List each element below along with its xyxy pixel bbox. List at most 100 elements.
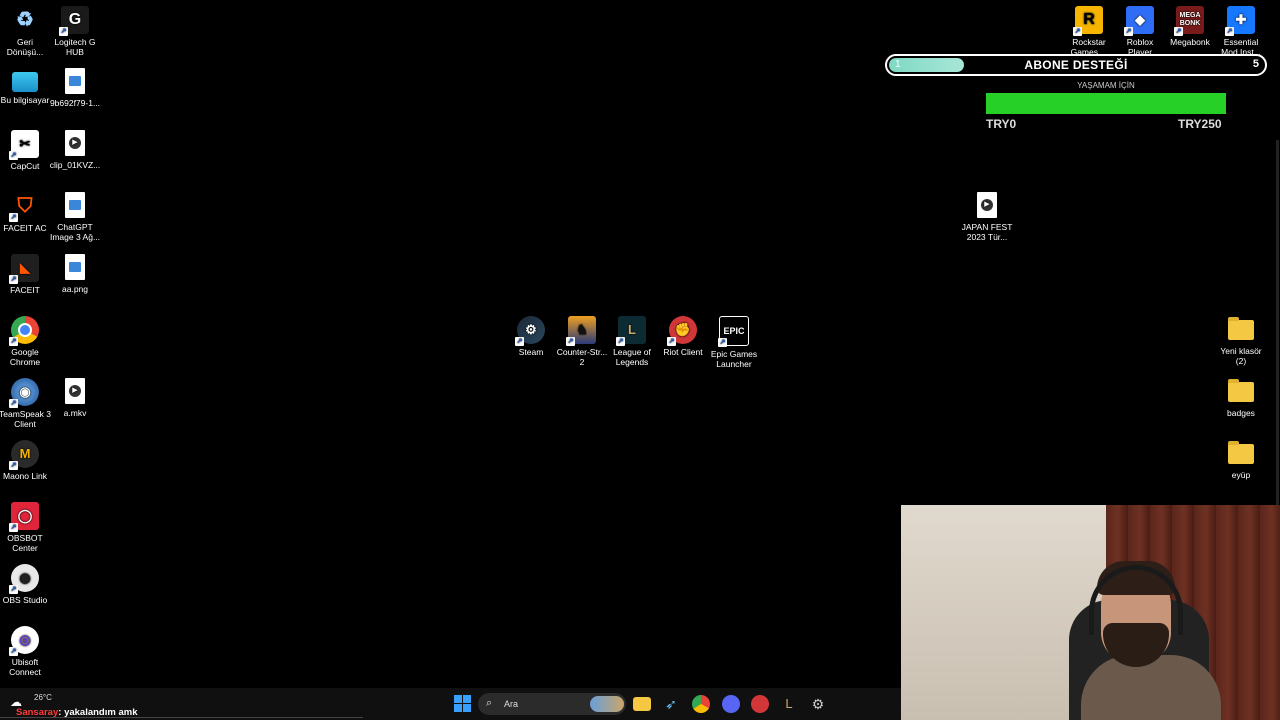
icon-label: eyüp bbox=[1231, 470, 1251, 480]
icon-label: Yeni klasör (2) bbox=[1220, 346, 1262, 366]
desktop-icon-riot[interactable]: ✊ Riot Client bbox=[657, 316, 709, 357]
icon-label: CapCut bbox=[10, 161, 40, 171]
desktop-icon-aa-png[interactable]: aa.png bbox=[49, 254, 101, 294]
desktop-icon-capcut[interactable]: ✂ CapCut bbox=[0, 130, 51, 171]
desktop-icon-recycle-bin[interactable]: ♻ Geri Dönüşü... bbox=[0, 6, 51, 57]
video-file-icon: ▶ bbox=[65, 378, 85, 404]
icon-label: Epic Games Launcher bbox=[710, 349, 758, 369]
icon-label: Bu bilgisayar bbox=[0, 95, 50, 105]
icon-label: 9b692f79-1... bbox=[49, 98, 101, 108]
donation-goal-min: TRY0 bbox=[986, 117, 1017, 131]
teamspeak-icon: ◉ bbox=[9, 378, 39, 408]
donation-goal-track bbox=[986, 93, 1226, 114]
desktop-folder-badges[interactable]: badges bbox=[1215, 378, 1267, 418]
goal-title: ABONE DESTEĞİ bbox=[1024, 58, 1128, 72]
icon-label: Google Chrome bbox=[9, 347, 41, 367]
chrome-taskbar-icon[interactable] bbox=[692, 695, 710, 713]
faceit-ac-icon: ⛉ bbox=[9, 192, 39, 222]
windows-start-icon[interactable] bbox=[454, 695, 471, 712]
donation-goal-max: TRY250 bbox=[1178, 117, 1222, 131]
desktop-folder-eyup[interactable]: eyüp bbox=[1215, 440, 1267, 480]
file-explorer-icon[interactable] bbox=[633, 697, 651, 711]
icon-label: Riot Client bbox=[663, 347, 703, 357]
icon-label: clip_01KVZ... bbox=[49, 160, 101, 170]
image-file-icon bbox=[65, 192, 85, 218]
icon-label: FACEIT AC bbox=[3, 223, 47, 233]
league-icon: L bbox=[616, 316, 646, 346]
folder-icon bbox=[1228, 441, 1254, 464]
epic-icon: EPIC bbox=[718, 316, 749, 347]
obs-icon: ◍ bbox=[9, 564, 39, 594]
image-file-icon bbox=[65, 254, 85, 280]
icon-label: Logitech G HUB bbox=[54, 37, 96, 57]
desktop-icon-rockstar[interactable]: R Rockstar Games ... bbox=[1063, 6, 1115, 57]
riot-taskbar-icon[interactable] bbox=[751, 695, 769, 713]
desktop-icon-japan-fest[interactable]: ▶ JAPAN FEST 2023 Tür... bbox=[958, 192, 1016, 242]
desktop-icon-obsbot[interactable]: ◯ OBSBOT Center bbox=[0, 502, 51, 553]
desktop-icon-league[interactable]: L League of Legends bbox=[606, 316, 658, 367]
icon-label: OBSBOT Center bbox=[7, 533, 43, 553]
desktop-icon-ubisoft[interactable]: ◎ Ubisoft Connect bbox=[0, 626, 51, 677]
folder-icon bbox=[1228, 317, 1254, 340]
league-taskbar-icon[interactable]: L bbox=[780, 695, 798, 713]
video-file-icon: ▶ bbox=[65, 130, 85, 156]
steam-icon: ⚙ bbox=[515, 316, 545, 346]
weather-temperature[interactable]: 26°C bbox=[34, 693, 52, 702]
settings-taskbar-icon[interactable]: ⚙ bbox=[809, 695, 827, 713]
desktop-icon-roblox[interactable]: ◆ Roblox Player bbox=[1114, 6, 1166, 57]
desktop-icon-maono[interactable]: M Maono Link bbox=[0, 440, 51, 481]
search-placeholder: Ara bbox=[504, 699, 519, 709]
capcut-icon: ✂ bbox=[9, 130, 39, 160]
obsbot-icon: ◯ bbox=[9, 502, 39, 532]
desktop-icon-chrome[interactable]: Google Chrome bbox=[0, 316, 51, 367]
icon-label: Steam bbox=[518, 347, 544, 357]
desktop-icon-steam[interactable]: ⚙ Steam bbox=[505, 316, 557, 357]
recycle-bin-icon: ♻ bbox=[16, 9, 34, 31]
goal-end-value: 5 bbox=[1252, 58, 1259, 70]
icon-label: OBS Studio bbox=[2, 595, 48, 605]
icon-label: ChatGPT Image 3 Ağ... bbox=[49, 222, 101, 242]
icon-label: Megabonk bbox=[1170, 37, 1210, 47]
logitech-icon: G bbox=[59, 6, 89, 36]
desktop-icon-cs2[interactable]: ♞ Counter-Str... 2 bbox=[556, 316, 608, 367]
desktop-icon-clip[interactable]: ▶ clip_01KVZ... bbox=[49, 130, 101, 170]
video-file-icon: ▶ bbox=[977, 192, 997, 218]
desktop-icon-faceit-ac[interactable]: ⛉ FACEIT AC bbox=[0, 192, 51, 233]
ubisoft-icon: ◎ bbox=[9, 626, 39, 656]
icon-label: aa.png bbox=[62, 284, 88, 294]
desktop-icon-image-9b692[interactable]: 9b692f79-1... bbox=[49, 68, 101, 108]
icon-label: League of Legends bbox=[613, 347, 651, 367]
maono-icon: M bbox=[9, 440, 39, 470]
megabonk-icon: MEGA BONK bbox=[1174, 6, 1204, 36]
desktop-icon-essential[interactable]: ✚ Essential Mod Inst... bbox=[1215, 6, 1267, 57]
discord-taskbar-icon[interactable] bbox=[722, 695, 740, 713]
roblox-icon: ◆ bbox=[1124, 6, 1154, 36]
desktop-icon-teamspeak[interactable]: ◉ TeamSpeak 3 Client bbox=[0, 378, 51, 429]
desktop-icon-megabonk[interactable]: MEGABONK Megabonk bbox=[1164, 6, 1216, 47]
donation-goal-fill bbox=[986, 93, 1226, 114]
chrome-icon bbox=[9, 316, 39, 346]
scrollbar-track[interactable] bbox=[1276, 140, 1279, 540]
subscriber-goal-bar: 1 ABONE DESTEĞİ 5 bbox=[885, 54, 1267, 76]
desktop-icon-faceit[interactable]: ◣ FACEIT bbox=[0, 254, 51, 295]
search-icon: ⌕ bbox=[486, 697, 493, 709]
desktop-icon-this-pc[interactable]: Bu bilgisayar bbox=[0, 68, 51, 105]
icon-label: JAPAN FEST 2023 Tür... bbox=[961, 222, 1013, 242]
icon-label: Counter-Str... 2 bbox=[556, 347, 608, 367]
desktop-folder-yeni-klasor[interactable]: Yeni klasör (2) bbox=[1215, 316, 1267, 366]
steam-taskbar-icon[interactable]: ➶ bbox=[662, 695, 680, 713]
faceit-icon: ◣ bbox=[9, 254, 39, 284]
computer-icon bbox=[12, 72, 38, 92]
rockstar-icon: R bbox=[1073, 6, 1103, 36]
icon-label: Geri Dönüşü... bbox=[6, 37, 44, 57]
desktop-icon-obs[interactable]: ◍ OBS Studio bbox=[0, 564, 51, 605]
cs2-icon: ♞ bbox=[566, 316, 596, 346]
essential-icon: ✚ bbox=[1225, 6, 1255, 36]
icon-label: Ubisoft Connect bbox=[9, 657, 41, 677]
desktop-icon-epic[interactable]: EPIC Epic Games Launcher bbox=[708, 316, 760, 369]
desktop-icon-a-mkv[interactable]: ▶ a.mkv bbox=[49, 378, 101, 418]
folder-icon bbox=[1228, 379, 1254, 402]
desktop-icon-chatgpt-image[interactable]: ChatGPT Image 3 Ağ... bbox=[49, 192, 101, 242]
search-highlight-image bbox=[590, 696, 624, 712]
desktop-icon-logitech[interactable]: G Logitech G HUB bbox=[49, 6, 101, 57]
